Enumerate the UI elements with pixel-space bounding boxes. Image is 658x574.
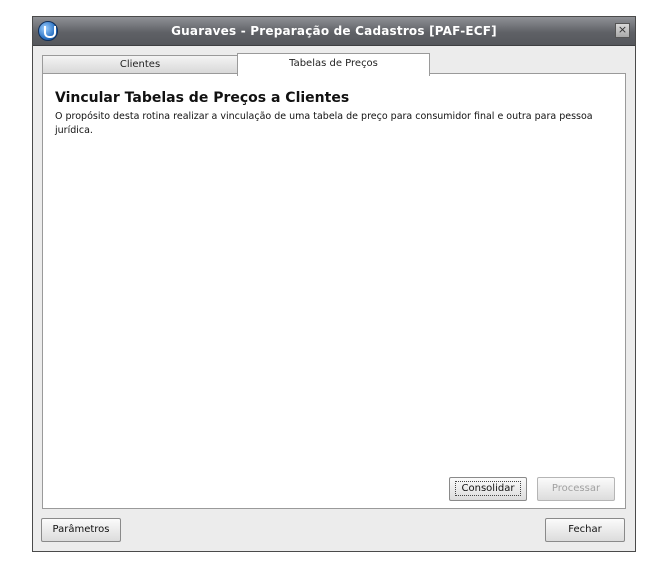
fechar-button[interactable]: Fechar <box>545 518 625 542</box>
window-title: Guaraves - Preparação de Cadastros [PAF-… <box>171 24 497 38</box>
parametros-button[interactable]: Parâmetros <box>41 518 121 542</box>
panel-title: Vincular Tabelas de Preços a Clientes <box>55 90 350 106</box>
main-window: Guaraves - Preparação de Cadastros [PAF-… <box>32 16 636 552</box>
tab-strip: Clientes Tabelas de Preços <box>42 53 632 76</box>
consolidar-button[interactable]: Consolidar <box>449 477 527 501</box>
tab-clientes[interactable]: Clientes <box>42 55 238 74</box>
panel-description: O propósito desta rotina realizar a vinc… <box>55 111 593 136</box>
consolidar-label: Consolidar <box>454 481 522 496</box>
title-bar[interactable]: Guaraves - Preparação de Cadastros [PAF-… <box>33 17 635 46</box>
close-icon[interactable]: × <box>615 23 630 38</box>
tab-panel: Vincular Tabelas de Preços a Clientes O … <box>42 73 626 509</box>
tab-tabelas-de-precos[interactable]: Tabelas de Preços <box>237 53 430 76</box>
processar-button[interactable]: Processar <box>537 477 615 501</box>
